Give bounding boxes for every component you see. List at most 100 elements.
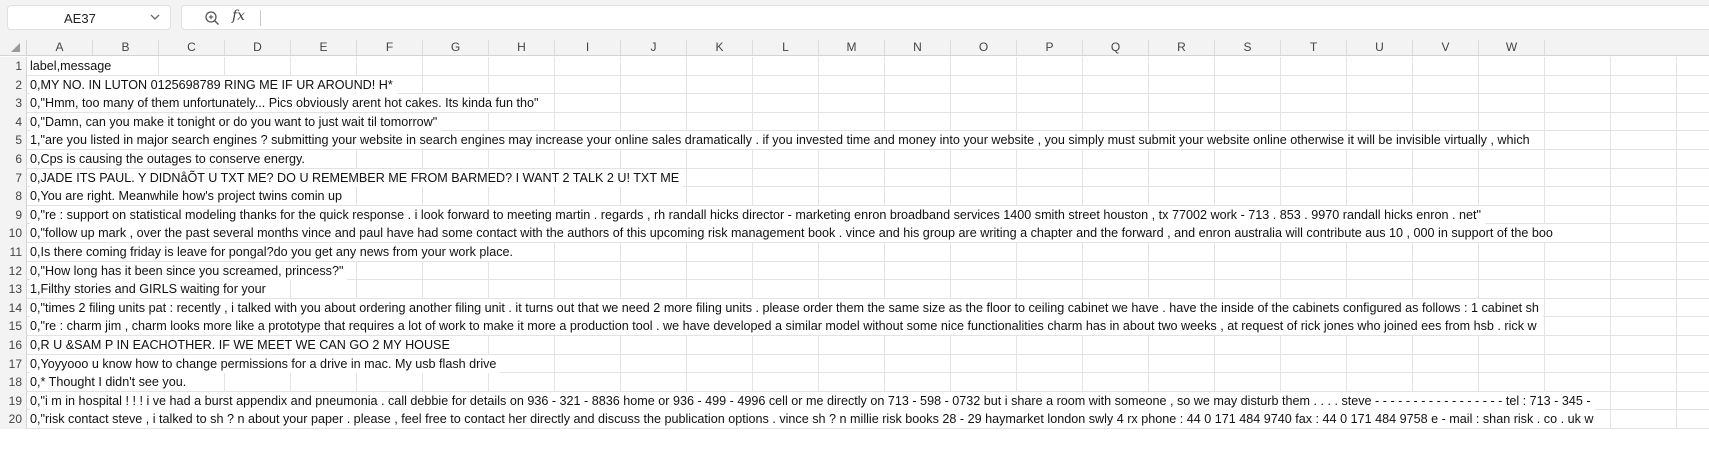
cell-a-value[interactable]: 0,"follow up mark , over the past severa… (30, 224, 1557, 243)
cell-a-value[interactable]: 0,Yoyyooo u know how to change permissio… (30, 354, 501, 373)
row-header[interactable]: 4 (0, 112, 27, 132)
column-header-v[interactable]: V (1413, 40, 1479, 55)
column-header-l[interactable]: L (753, 40, 819, 55)
name-box[interactable]: AE37 (7, 5, 171, 30)
row-cells[interactable]: 0,Cps is causing the outages to conserve… (27, 150, 1709, 169)
row-cells[interactable]: 1,Filthy stories and GIRLS waiting for y… (27, 280, 1709, 299)
table-row: 12 0,"How long has it been since you scre… (0, 261, 1709, 281)
table-row: 16 0,R U &SAM P IN EACHOTHER. IF WE MEET … (0, 336, 1709, 355)
column-header-q[interactable]: Q (1083, 40, 1149, 55)
row-header[interactable]: 9 (0, 205, 27, 225)
column-header-h[interactable]: H (489, 40, 555, 55)
table-row: 8 0,You are right. Meanwhile how's projec… (0, 187, 1709, 206)
cell-a-value[interactable]: 0,R U &SAM P IN EACHOTHER. IF WE MEET WE… (30, 336, 454, 354)
cell-a-value[interactable]: 0,"risk contact steve , i talked to sh ?… (30, 410, 1598, 429)
row-cells[interactable]: 0,"times 2 filing units pat : recently ,… (27, 298, 1709, 318)
row-cells[interactable]: 0,Yoyyooo u know how to change permissio… (27, 354, 1709, 374)
row-cells[interactable]: 0,"follow up mark , over the past severa… (27, 224, 1709, 243)
table-row: 4 0,"Damn, can you make it tonight or do … (0, 112, 1709, 132)
row-header[interactable]: 17 (0, 354, 27, 374)
column-header-w[interactable]: W (1479, 40, 1545, 55)
cell-a-value[interactable]: 0,"times 2 filing units pat : recently ,… (30, 298, 1543, 317)
row-header[interactable]: 12 (0, 261, 27, 281)
select-all-triangle-icon (11, 43, 20, 52)
cell-a-value[interactable]: 0,You are right. Meanwhile how's project… (30, 187, 347, 206)
row-header[interactable]: 5 (0, 131, 27, 150)
cell-a-value[interactable]: label,message (30, 57, 116, 75)
cell-a-value[interactable]: 1,"are you listed in major search engine… (30, 131, 1534, 150)
cell-a-value[interactable]: 0,"re : charm jim , charm looks more lik… (30, 317, 1541, 336)
row-cells[interactable]: 0,MY NO. IN LUTON 0125698789 RING ME IF … (27, 75, 1709, 95)
column-header-c[interactable]: C (159, 40, 225, 55)
table-row: 18 0,* Thought I didn't see you. (0, 373, 1709, 392)
cell-a-value[interactable]: 0,Is there coming friday is leave for po… (30, 243, 518, 261)
column-header-b[interactable]: B (93, 40, 159, 55)
row-cells[interactable]: 0,Is there coming friday is leave for po… (27, 243, 1709, 262)
row-cells[interactable]: 0,You are right. Meanwhile how's project… (27, 187, 1709, 206)
cell-a-value[interactable]: 0,"Hmm, too many of them unfortunately..… (30, 94, 543, 113)
cell-a-value[interactable]: 0,"Damn, can you make it tonight or do y… (30, 112, 442, 131)
row-cells[interactable]: 0,"re : charm jim , charm looks more lik… (27, 317, 1709, 336)
row-header[interactable]: 11 (0, 243, 27, 262)
cell-a-value[interactable]: 0,JADE ITS PAUL. Y DIDNåÕT U TXT ME? DO … (30, 168, 684, 187)
zoom-icon[interactable] (204, 10, 220, 26)
row-cells[interactable]: 0,"Damn, can you make it tonight or do y… (27, 112, 1709, 132)
column-header-d[interactable]: D (225, 40, 291, 55)
cell-a-value[interactable]: 0,"re : support on statistical modeling … (30, 205, 1485, 224)
row-header[interactable]: 6 (0, 150, 27, 169)
row-cells[interactable]: 0,"i m in hospital ! ! ! i ve had a burs… (27, 391, 1709, 411)
row-cells[interactable]: label,message (27, 57, 1709, 76)
row-header[interactable]: 13 (0, 280, 27, 299)
row-header[interactable]: 20 (0, 410, 27, 429)
column-header-f[interactable]: F (357, 40, 423, 55)
row-header[interactable]: 10 (0, 224, 27, 243)
row-header[interactable]: 18 (0, 373, 27, 392)
row-cells[interactable]: 0,"Hmm, too many of them unfortunately..… (27, 94, 1709, 113)
row-header[interactable]: 16 (0, 336, 27, 355)
divider (260, 10, 261, 26)
row-header[interactable]: 7 (0, 168, 27, 188)
table-row: 13 1,Filthy stories and GIRLS waiting for… (0, 280, 1709, 299)
column-header-n[interactable]: N (885, 40, 951, 55)
row-cells[interactable]: 0,"How long has it been since you scream… (27, 261, 1709, 281)
row-cells[interactable]: 1,"are you listed in major search engine… (27, 131, 1709, 150)
column-header-m[interactable]: M (819, 40, 885, 55)
column-header-o[interactable]: O (951, 40, 1017, 55)
table-row: 20 0,"risk contact steve , i talked to sh… (0, 410, 1709, 429)
column-header-u[interactable]: U (1347, 40, 1413, 55)
column-header-a[interactable]: A (27, 40, 93, 55)
column-header-s[interactable]: S (1215, 40, 1281, 55)
chevron-down-icon[interactable] (150, 10, 160, 24)
cell-a-value[interactable]: 0,Cps is causing the outages to conserve… (30, 150, 309, 168)
table-row: 14 0,"times 2 filing units pat : recently… (0, 298, 1709, 318)
row-header[interactable]: 19 (0, 391, 27, 411)
row-header[interactable]: 14 (0, 298, 27, 318)
row-header[interactable]: 3 (0, 94, 27, 113)
column-header-k[interactable]: K (687, 40, 753, 55)
column-header-j[interactable]: J (621, 40, 687, 55)
formula-input-area[interactable]: fx (181, 5, 1709, 30)
row-header[interactable]: 2 (0, 75, 27, 95)
row-cells[interactable]: 0,R U &SAM P IN EACHOTHER. IF WE MEET WE… (27, 336, 1709, 355)
cell-a-value[interactable]: 1,Filthy stories and GIRLS waiting for y… (30, 280, 270, 299)
row-cells[interactable]: 0,"risk contact steve , i talked to sh ?… (27, 410, 1709, 429)
cell-a-value[interactable]: 0,"How long has it been since you scream… (30, 261, 348, 280)
select-all-button[interactable] (0, 40, 27, 56)
row-cells[interactable]: 0,* Thought I didn't see you. (27, 373, 1709, 392)
cell-a-value[interactable]: 0,MY NO. IN LUTON 0125698789 RING ME IF … (30, 75, 397, 94)
row-header[interactable]: 15 (0, 317, 27, 336)
cell-a-value[interactable]: 0,"i m in hospital ! ! ! i ve had a burs… (30, 391, 1595, 410)
column-header-r[interactable]: R (1149, 40, 1215, 55)
fx-icon[interactable]: fx (232, 8, 245, 24)
table-row: 1 label,message (0, 57, 1709, 76)
row-header[interactable]: 8 (0, 187, 27, 206)
column-header-i[interactable]: I (555, 40, 621, 55)
column-header-e[interactable]: E (291, 40, 357, 55)
row-header[interactable]: 1 (0, 57, 27, 76)
row-cells[interactable]: 0,JADE ITS PAUL. Y DIDNåÕT U TXT ME? DO … (27, 168, 1709, 188)
column-header-g[interactable]: G (423, 40, 489, 55)
cell-a-value[interactable]: 0,* Thought I didn't see you. (30, 373, 191, 392)
column-header-p[interactable]: P (1017, 40, 1083, 55)
row-cells[interactable]: 0,"re : support on statistical modeling … (27, 205, 1709, 225)
column-header-t[interactable]: T (1281, 40, 1347, 55)
